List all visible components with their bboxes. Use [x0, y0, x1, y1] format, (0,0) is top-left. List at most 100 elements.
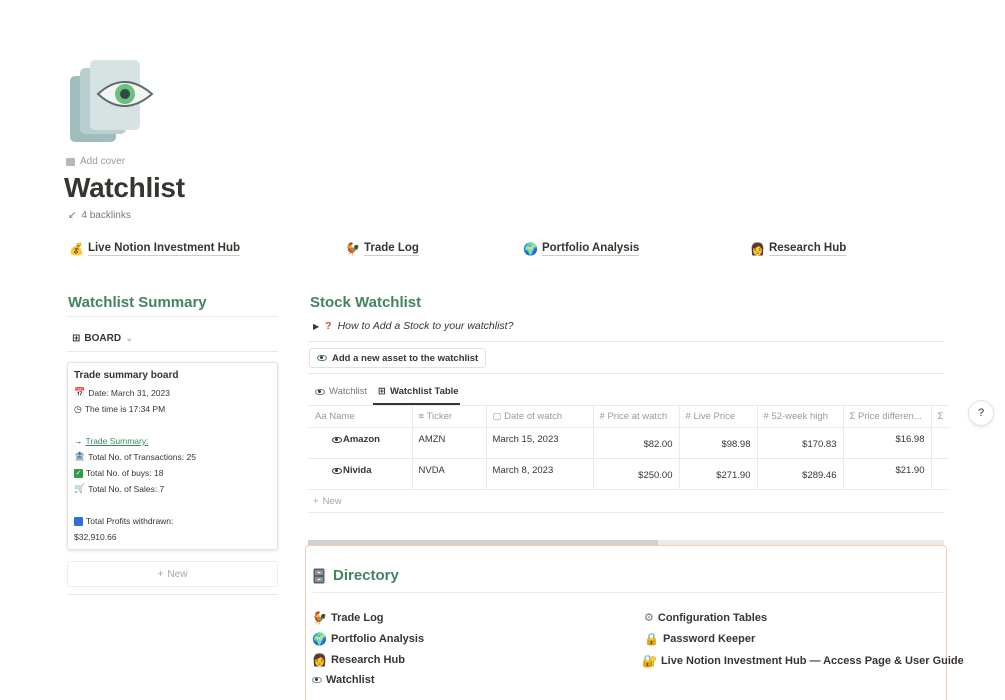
card-time: The time is 17:34 PM: [84, 404, 166, 414]
cell-price-at-watch[interactable]: $250.00: [593, 458, 680, 490]
plus-icon: +: [157, 568, 164, 580]
board-new-button[interactable]: + New: [67, 561, 278, 587]
card-sales: Total No. of Sales: 7: [88, 484, 165, 494]
cell-price-at-watch[interactable]: $82.00: [593, 427, 680, 459]
trade-summary-card[interactable]: Trade summary board 📅 Date: March 31, 202…: [67, 362, 278, 550]
cell-52-week-high[interactable]: $289.46: [757, 458, 844, 490]
table-header-row: Aa Name ≡ Ticker ▢ Date of watch # Price…: [309, 405, 950, 428]
link-portfolio-analysis[interactable]: 🌍 Portfolio Analysis: [523, 241, 640, 256]
table-icon: ⊞: [378, 386, 386, 397]
cell-more[interactable]: [931, 458, 950, 490]
table-row[interactable]: Nivida NVDA March 8, 2023 $250.00 $271.9…: [309, 458, 950, 490]
key-lock-icon: 🔐: [642, 654, 657, 668]
cell-name[interactable]: Nivida: [309, 458, 413, 490]
globe-chart-icon: 🌍: [312, 632, 327, 646]
arrow-down-left-icon: ↙: [68, 210, 77, 221]
watchlist-summary-heading: Watchlist Summary: [68, 294, 207, 311]
directory-callout: [305, 545, 947, 700]
cell-ticker[interactable]: NVDA: [412, 458, 487, 490]
tab-watchlist[interactable]: Watchlist: [315, 386, 367, 397]
watchlist-page-icon[interactable]: [68, 58, 158, 148]
chart-icon: [74, 516, 83, 526]
eye-icon: [315, 388, 325, 395]
summary-divider: [67, 316, 278, 317]
image-icon: [66, 157, 75, 166]
triangle-right-icon: ▶: [313, 321, 320, 331]
plus-icon: +: [313, 496, 319, 507]
trade-summary-link[interactable]: Trade Summary:: [86, 436, 149, 446]
directory-link-research-hub[interactable]: 👩 Research Hub: [312, 653, 405, 667]
add-cover-button[interactable]: Add cover: [66, 156, 125, 167]
link-live-notion-investment-hub[interactable]: 💰 Live Notion Investment Hub: [69, 241, 241, 256]
researcher-icon: 👩: [750, 241, 765, 256]
eye-icon: [332, 437, 342, 443]
rooster-icon: 🐓: [345, 241, 360, 256]
column-header-ticker[interactable]: ≡ Ticker: [412, 405, 487, 428]
filing-cabinet-icon: [313, 568, 325, 583]
question-mark-icon: ?: [325, 320, 332, 332]
column-header-date[interactable]: ▢ Date of watch: [486, 405, 594, 428]
cell-date[interactable]: March 8, 2023: [486, 458, 594, 490]
card-profits-label: Total Profits withdrawn:: [86, 516, 174, 526]
directory-divider: [313, 592, 943, 593]
cell-more[interactable]: [931, 427, 950, 459]
help-button[interactable]: ?: [969, 401, 993, 425]
board-divider: [67, 351, 278, 352]
directory-link-access-page[interactable]: 🔐 Live Notion Investment Hub — Access Pa…: [642, 654, 964, 668]
directory-link-password-keeper[interactable]: 🔒 Password Keeper: [644, 632, 755, 646]
cell-ticker[interactable]: AMZN: [412, 427, 487, 459]
board-view-tab[interactable]: ⊞ BOARD ⌄: [72, 333, 133, 344]
table-bottom-divider: [308, 512, 944, 513]
directory-link-watchlist[interactable]: Watchlist: [312, 674, 375, 686]
cell-date[interactable]: March 15, 2023: [486, 427, 594, 459]
stock-watchlist-heading: Stock Watchlist: [310, 294, 422, 311]
money-bag-icon: 💰: [69, 241, 84, 256]
board-bottom-divider: [67, 594, 278, 595]
cart-icon: 🛒: [74, 484, 86, 494]
cell-price-difference[interactable]: $16.98: [843, 427, 932, 459]
directory-link-portfolio-analysis[interactable]: 🌍 Portfolio Analysis: [312, 632, 424, 646]
add-asset-button[interactable]: Add a new asset to the watchlist: [309, 348, 487, 368]
rooster-icon: 🐓: [312, 611, 327, 625]
toggle-divider: [308, 341, 944, 342]
gear-icon: ⚙: [644, 612, 654, 624]
directory-link-trade-log[interactable]: 🐓 Trade Log: [312, 611, 384, 625]
bank-icon: 🏦: [74, 452, 86, 462]
how-to-toggle[interactable]: ▶ ? How to Add a Stock to your watchlist…: [313, 320, 513, 332]
arrow-right-icon: →: [74, 436, 83, 446]
column-header-more[interactable]: Σ: [931, 405, 950, 428]
researcher-icon: 👩: [312, 653, 327, 667]
column-header-name[interactable]: Aa Name: [309, 405, 413, 428]
clock-icon: ◷: [74, 403, 82, 414]
link-trade-log[interactable]: 🐓 Trade Log: [345, 241, 419, 256]
table-row[interactable]: Amazon AMZN March 15, 2023 $82.00 $98.98…: [309, 427, 950, 459]
table-new-row-button[interactable]: + New: [313, 496, 342, 507]
card-buys: Total No. of buys: 18: [86, 468, 164, 478]
cell-price-difference[interactable]: $21.90: [843, 458, 932, 490]
eye-icon: [317, 355, 327, 361]
card-transactions: Total No. of Transactions: 25: [88, 452, 196, 462]
column-header-price-difference[interactable]: Σ Price differen...: [843, 405, 932, 428]
backlinks-button[interactable]: ↙ 4 backlinks: [68, 210, 131, 221]
link-research-hub[interactable]: 👩 Research Hub: [750, 241, 847, 256]
directory-heading: Directory: [313, 567, 399, 584]
column-header-live-price[interactable]: # Live Price: [679, 405, 758, 428]
page-title[interactable]: Watchlist: [64, 172, 185, 204]
watchlist-table: Aa Name ≡ Ticker ▢ Date of watch # Price…: [309, 405, 950, 490]
card-date: Date: March 31, 2023: [88, 388, 170, 398]
card-profits-value: $32,910.66: [74, 532, 117, 542]
eye-icon: [332, 468, 342, 474]
cell-name[interactable]: Amazon: [309, 427, 413, 459]
check-icon: ✓: [74, 468, 83, 478]
card-title: Trade summary board: [74, 370, 179, 381]
chevron-down-icon: ⌄: [125, 333, 134, 344]
tab-watchlist-table[interactable]: ⊞ Watchlist Table: [378, 386, 459, 397]
cell-52-week-high[interactable]: $170.83: [757, 427, 844, 459]
column-header-price-at-watch[interactable]: # Price at watch: [593, 405, 680, 428]
cell-live-price[interactable]: $271.90: [679, 458, 758, 490]
board-grid-icon: ⊞: [72, 333, 81, 344]
calendar-icon: 📅: [74, 388, 86, 398]
cell-live-price[interactable]: $98.98: [679, 427, 758, 459]
column-header-52-week-high[interactable]: # 52-week high: [757, 405, 844, 428]
directory-link-configuration-tables[interactable]: ⚙ Configuration Tables: [644, 611, 767, 625]
